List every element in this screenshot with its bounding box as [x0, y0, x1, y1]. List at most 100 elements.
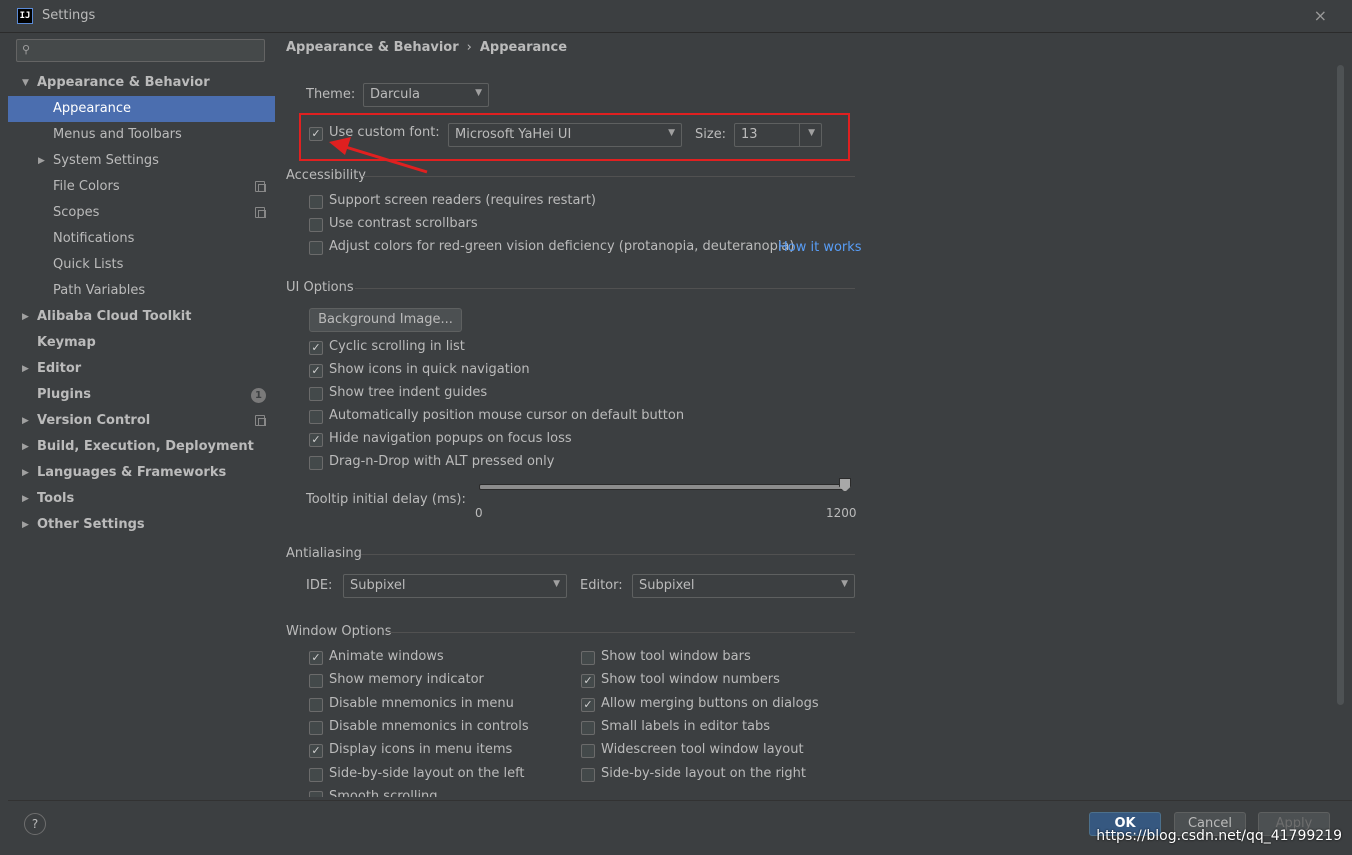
sidebar-item-label: System Settings	[53, 153, 159, 168]
how-it-works-link[interactable]: How it works	[778, 240, 862, 255]
disable-mnemonics-in-menu-row[interactable]: Disable mnemonics in menu	[309, 696, 549, 716]
show-icons-in-quick-navigation-row[interactable]: ✓ Show icons in quick navigation	[309, 362, 729, 382]
chevron-right-icon[interactable]: ▶	[22, 512, 29, 538]
sidebar-item-other-settings[interactable]: ▶ Other Settings	[8, 512, 275, 538]
project-scope-icon	[255, 415, 266, 426]
adjust-colors-for-red-green-vision-deficiency-protanopia-deuteranopia-checkbox[interactable]	[309, 241, 323, 255]
hide-navigation-popups-on-focus-loss-checkbox[interactable]: ✓	[309, 433, 323, 447]
accessibility-section-title: Accessibility	[286, 168, 366, 183]
adjust-colors-for-red-green-vision-deficiency-protanopia-deuteranopia-row[interactable]: Adjust colors for red-green vision defic…	[309, 239, 794, 259]
use-contrast-scrollbars-row[interactable]: Use contrast scrollbars	[309, 216, 779, 236]
breadcrumb-parent[interactable]: Appearance & Behavior	[286, 40, 459, 55]
sidebar-item-notifications[interactable]: Notifications	[8, 226, 275, 252]
watermark-text: https://blog.csdn.net/qq_41799219	[1096, 828, 1342, 844]
chevron-right-icon[interactable]: ▶	[22, 356, 29, 382]
use-contrast-scrollbars-checkbox[interactable]	[309, 218, 323, 232]
sidebar-item-quick-lists[interactable]: Quick Lists	[8, 252, 275, 278]
side-by-side-layout-on-the-left-label: Side-by-side layout on the left	[329, 765, 525, 781]
editor-antialiasing-dropdown[interactable]: Subpixel ▼	[632, 574, 855, 598]
sidebar-item-plugins[interactable]: Plugins 1	[8, 382, 275, 408]
vertical-scrollbar[interactable]	[1337, 65, 1344, 705]
chevron-down-icon: ▼	[553, 579, 560, 589]
sidebar-item-alibaba-cloud-toolkit[interactable]: ▶ Alibaba Cloud Toolkit	[8, 304, 275, 330]
animate-windows-row[interactable]: ✓ Animate windows	[309, 649, 549, 669]
sidebar-item-tools[interactable]: ▶ Tools	[8, 486, 275, 512]
allow-merging-buttons-on-dialogs-checkbox[interactable]: ✓	[581, 697, 595, 712]
show-tool-window-bars-row[interactable]: Show tool window bars	[581, 649, 841, 669]
chevron-right-icon[interactable]: ▶	[22, 304, 29, 330]
disable-mnemonics-in-controls-label: Disable mnemonics in controls	[329, 718, 529, 734]
theme-dropdown[interactable]: Darcula ▼	[363, 83, 489, 107]
animate-windows-checkbox[interactable]: ✓	[309, 651, 323, 665]
chevron-down-icon: ▼	[841, 579, 848, 589]
sidebar-item-keymap[interactable]: Keymap	[8, 330, 275, 356]
chevron-down-icon[interactable]: ▼	[22, 70, 29, 96]
sidebar-item-appearance-behavior[interactable]: ▼ Appearance & Behavior	[8, 70, 275, 96]
sidebar-item-scopes[interactable]: Scopes	[8, 200, 275, 226]
automatically-position-mouse-cursor-on-default-button-checkbox[interactable]	[309, 410, 323, 424]
side-by-side-layout-on-the-right-checkbox[interactable]	[581, 767, 595, 782]
small-labels-in-editor-tabs-checkbox[interactable]	[581, 720, 595, 735]
ide-antialiasing-dropdown[interactable]: Subpixel ▼	[343, 574, 567, 598]
window-options-section-title: Window Options	[286, 624, 392, 639]
show-memory-indicator-label: Show memory indicator	[329, 672, 484, 688]
display-icons-in-menu-items-label: Display icons in menu items	[329, 742, 513, 758]
settings-search[interactable]: ⚲	[16, 39, 265, 62]
chevron-right-icon[interactable]: ▶	[22, 486, 29, 512]
side-by-side-layout-on-the-right-label: Side-by-side layout on the right	[601, 765, 807, 781]
widescreen-tool-window-layout-checkbox[interactable]	[581, 744, 595, 759]
section-divider	[355, 288, 855, 289]
show-icons-in-quick-navigation-checkbox[interactable]: ✓	[309, 364, 323, 378]
side-by-side-layout-on-the-left-row[interactable]: Side-by-side layout on the left	[309, 766, 549, 786]
disable-mnemonics-in-menu-checkbox[interactable]	[309, 697, 323, 712]
display-icons-in-menu-items-row[interactable]: ✓ Display icons in menu items	[309, 742, 549, 762]
side-by-side-layout-on-the-left-checkbox[interactable]	[309, 767, 323, 782]
project-scope-icon	[255, 207, 266, 218]
sidebar-item-languages-frameworks[interactable]: ▶ Languages & Frameworks	[8, 460, 275, 486]
support-screen-readers-requires-restart-checkbox[interactable]	[309, 195, 323, 209]
show-memory-indicator-row[interactable]: Show memory indicator	[309, 672, 549, 692]
disable-mnemonics-in-controls-row[interactable]: Disable mnemonics in controls	[309, 719, 549, 739]
side-by-side-layout-on-the-right-row[interactable]: Side-by-side layout on the right	[581, 766, 841, 786]
sidebar-item-build-execution-deployment[interactable]: ▶ Build, Execution, Deployment	[8, 434, 275, 460]
automatically-position-mouse-cursor-on-default-button-row[interactable]: Automatically position mouse cursor on d…	[309, 408, 729, 428]
sidebar-item-version-control[interactable]: ▶ Version Control	[8, 408, 275, 434]
help-icon[interactable]: ?	[24, 813, 46, 835]
support-screen-readers-requires-restart-row[interactable]: Support screen readers (requires restart…	[309, 193, 779, 213]
sidebar-item-path-variables[interactable]: Path Variables	[8, 278, 275, 304]
sidebar-item-editor[interactable]: ▶ Editor	[8, 356, 275, 382]
display-icons-in-menu-items-checkbox[interactable]: ✓	[309, 744, 323, 759]
smooth-scrolling-row[interactable]: Smooth scrolling	[309, 789, 549, 797]
small-labels-in-editor-tabs-row[interactable]: Small labels in editor tabs	[581, 719, 841, 739]
show-tool-window-bars-checkbox[interactable]	[581, 651, 595, 665]
sidebar-item-label: Appearance & Behavior	[37, 75, 210, 90]
chevron-right-icon[interactable]: ▶	[22, 434, 29, 460]
close-icon[interactable]: ×	[1314, 6, 1327, 25]
search-input[interactable]	[39, 42, 263, 60]
disable-mnemonics-in-controls-checkbox[interactable]	[309, 720, 323, 735]
cyclic-scrolling-in-list-row[interactable]: ✓ Cyclic scrolling in list	[309, 339, 729, 359]
section-divider	[363, 176, 855, 177]
sidebar-item-file-colors[interactable]: File Colors	[8, 174, 275, 200]
tooltip-delay-slider[interactable]	[479, 484, 847, 490]
cyclic-scrolling-in-list-checkbox[interactable]: ✓	[309, 341, 323, 355]
allow-merging-buttons-on-dialogs-row[interactable]: ✓ Allow merging buttons on dialogs	[581, 696, 841, 716]
show-tree-indent-guides-row[interactable]: Show tree indent guides	[309, 385, 729, 405]
sidebar-item-system-settings[interactable]: ▶ System Settings	[8, 148, 275, 174]
drag-n-drop-with-alt-pressed-only-checkbox[interactable]	[309, 456, 323, 470]
show-tool-window-numbers-row[interactable]: ✓ Show tool window numbers	[581, 672, 841, 692]
background-image-button[interactable]: Background Image...	[309, 308, 462, 332]
show-memory-indicator-checkbox[interactable]	[309, 674, 323, 689]
chevron-right-icon[interactable]: ▶	[22, 408, 29, 434]
show-tree-indent-guides-checkbox[interactable]	[309, 387, 323, 401]
sidebar-item-menus-and-toolbars[interactable]: Menus and Toolbars	[8, 122, 275, 148]
show-tool-window-numbers-checkbox[interactable]: ✓	[581, 674, 595, 689]
smooth-scrolling-checkbox[interactable]	[309, 790, 323, 797]
drag-n-drop-with-alt-pressed-only-row[interactable]: Drag-n-Drop with ALT pressed only	[309, 454, 729, 474]
chevron-right-icon[interactable]: ▶	[22, 460, 29, 486]
chevron-right-icon[interactable]: ▶	[38, 148, 45, 174]
sidebar-item-appearance[interactable]: Appearance	[8, 96, 275, 122]
widescreen-tool-window-layout-row[interactable]: Widescreen tool window layout	[581, 742, 841, 762]
hide-navigation-popups-on-focus-loss-row[interactable]: ✓ Hide navigation popups on focus loss	[309, 431, 729, 451]
show-tree-indent-guides-label: Show tree indent guides	[329, 385, 488, 400]
